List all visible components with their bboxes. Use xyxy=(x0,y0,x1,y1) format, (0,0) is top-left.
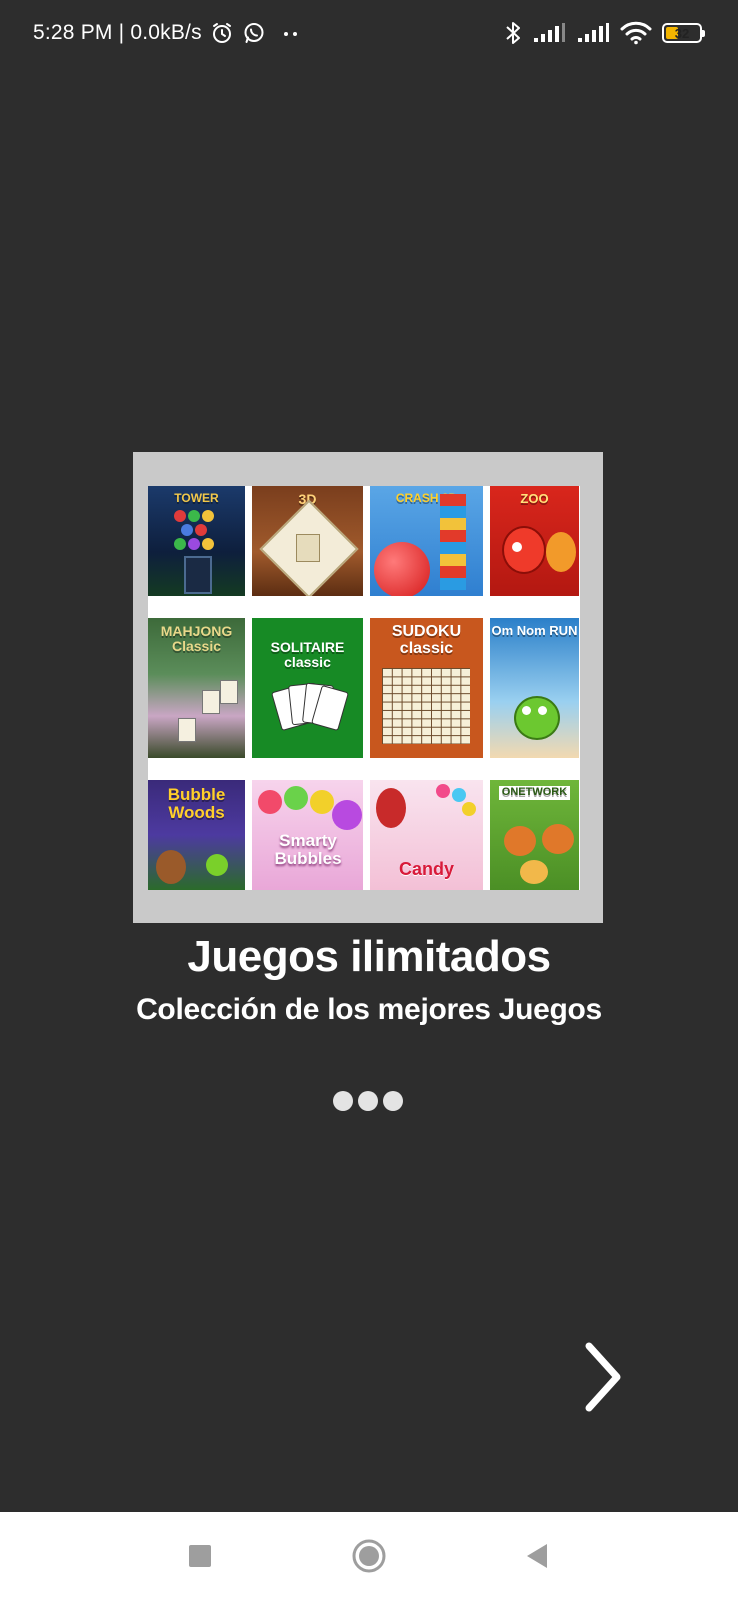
game-tile-crash-3d: CRASH 3D xyxy=(370,486,483,596)
game-tile-label: ONETWORK xyxy=(498,786,571,800)
game-tile-om-nom-run: Om Nom RUN xyxy=(490,618,579,758)
home-button[interactable] xyxy=(329,1512,409,1600)
wifi-icon xyxy=(620,21,652,45)
game-tile-label: Candy xyxy=(398,859,454,879)
status-time: 5:28 PM | 0.0kB/s xyxy=(33,21,202,44)
game-tile-smarty-bubbles: Smarty Bubbles xyxy=(252,780,363,890)
game-tile-bubble-woods: Bubble Woods xyxy=(148,780,245,890)
status-right: 32 xyxy=(504,20,705,46)
page-indicator-dot xyxy=(383,1091,403,1111)
game-tile-label: SUDOKU classic xyxy=(391,623,462,657)
signal-icon xyxy=(578,23,609,42)
game-tile-label: Om Nom RUN xyxy=(491,623,578,638)
games-preview-image: TOWER 3D CRASH 3D ZOO MAHJONG Classic SO… xyxy=(133,452,603,923)
status-bar: 5:28 PM | 0.0kB/s 32 xyxy=(0,0,738,70)
onboarding-title: Juegos ilimitados xyxy=(187,932,551,981)
game-tile-tower: TOWER xyxy=(148,486,245,596)
sudoku-board-graphic xyxy=(382,668,470,744)
more-dots-icon xyxy=(283,32,297,36)
onboarding-subtitle: Colección de los mejores Juegos xyxy=(136,993,602,1026)
game-tile-label: ZOO xyxy=(520,491,549,506)
circle-icon xyxy=(352,1539,386,1573)
recents-button[interactable] xyxy=(160,1512,240,1600)
back-button[interactable] xyxy=(497,1512,577,1600)
whatsapp-icon xyxy=(244,23,264,43)
game-tile-mahjong-3d: 3D xyxy=(252,486,363,596)
game-tile-label: MAHJONG Classic xyxy=(160,623,233,654)
next-button[interactable] xyxy=(580,1340,626,1414)
page-indicator xyxy=(333,1091,403,1111)
game-tile-onet-world: ONETWORK xyxy=(490,780,579,890)
back-triangle-icon xyxy=(527,1544,547,1568)
page-indicator-dot xyxy=(333,1091,353,1111)
games-grid: TOWER 3D CRASH 3D ZOO MAHJONG Classic SO… xyxy=(148,486,580,890)
game-tile-label: SOLITAIRE classic xyxy=(270,639,345,670)
game-tile-candy: Candy xyxy=(370,780,483,890)
game-tile-solitaire: SOLITAIRE classic xyxy=(252,618,363,758)
chevron-right-icon xyxy=(585,1342,621,1412)
alarm-icon xyxy=(212,23,231,43)
game-tile-label: Smarty Bubbles xyxy=(274,831,342,868)
battery-percent: 32 xyxy=(674,25,690,41)
game-tile-label: TOWER xyxy=(174,491,219,505)
status-left: 5:28 PM | 0.0kB/s xyxy=(33,21,302,45)
system-nav-bar xyxy=(0,1512,738,1600)
game-tile-sudoku: SUDOKU classic xyxy=(370,618,483,758)
game-tile-mahjong-classic: MAHJONG Classic xyxy=(148,618,245,758)
signal-icon xyxy=(534,23,565,42)
battery-icon: 32 xyxy=(662,23,705,43)
bluetooth-icon xyxy=(506,22,520,44)
game-tile-zoo: ZOO xyxy=(490,486,579,596)
game-tile-label: Bubble Woods xyxy=(167,785,226,822)
square-icon xyxy=(189,1545,211,1567)
page-indicator-dot xyxy=(358,1091,378,1111)
